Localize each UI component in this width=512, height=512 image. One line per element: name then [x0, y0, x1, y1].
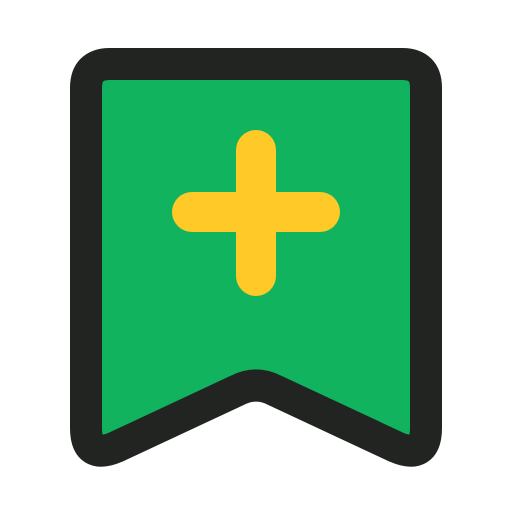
bookmark-add-icon — [70, 48, 442, 467]
icon-canvas — [0, 0, 512, 512]
